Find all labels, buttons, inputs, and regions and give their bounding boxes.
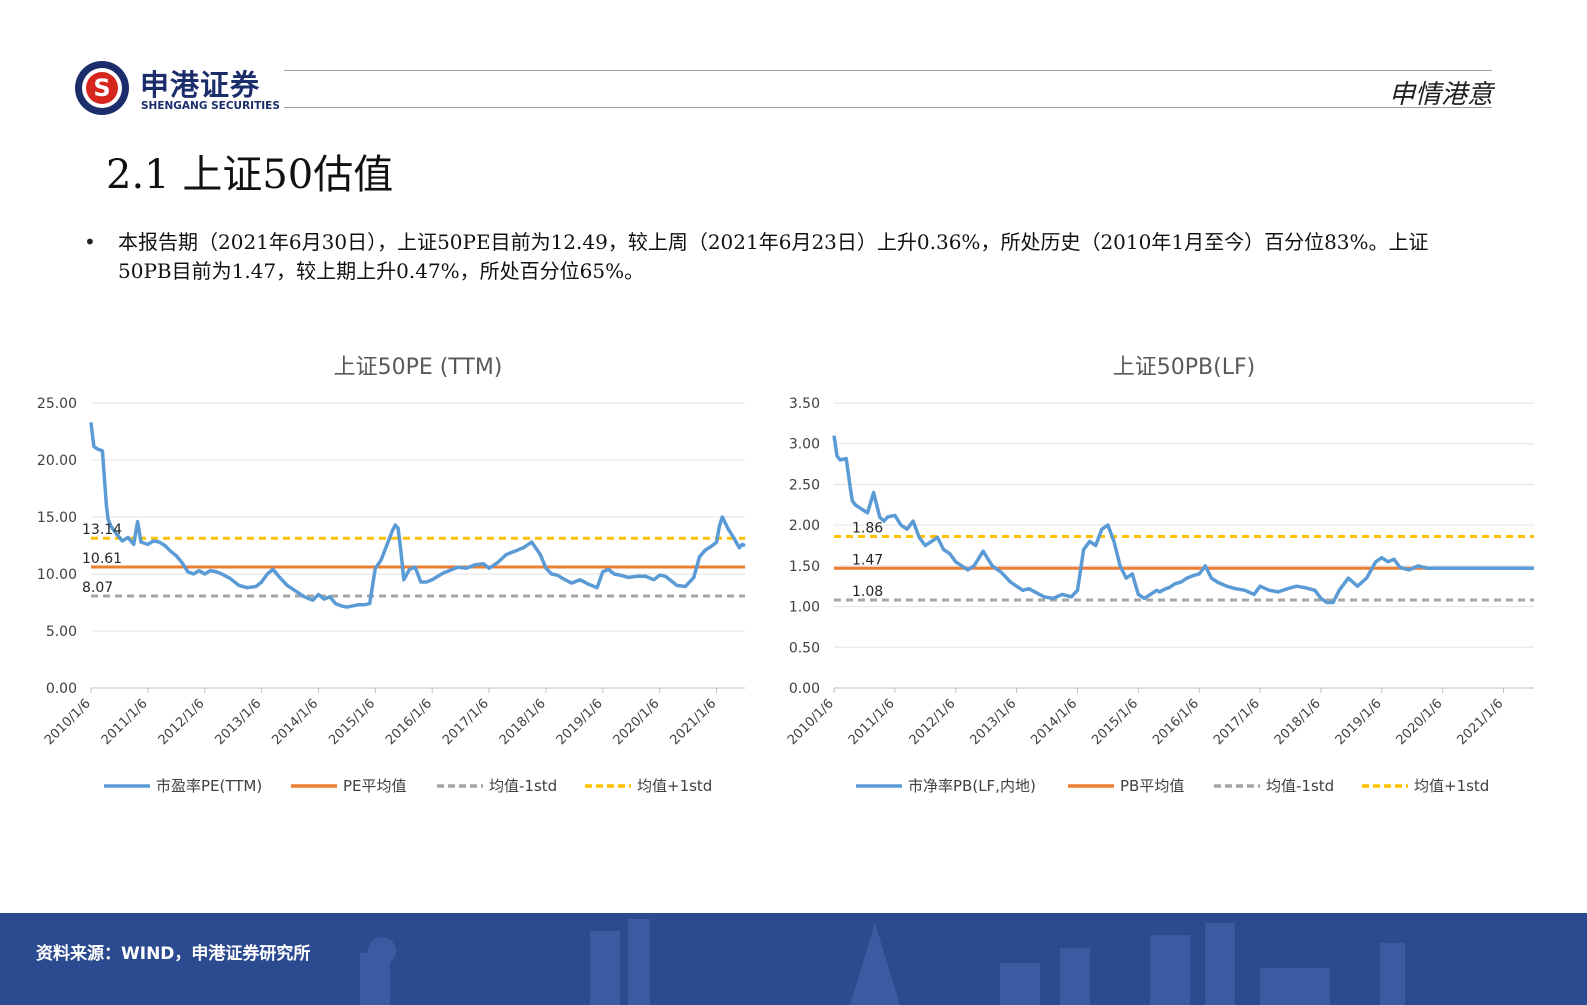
company-logo-icon: S bbox=[75, 61, 129, 115]
footer: 资料来源：WIND，申港证券研究所 bbox=[0, 913, 1587, 1005]
source-note: 资料来源：WIND，申港证券研究所 bbox=[36, 944, 311, 964]
pe-y-tick-label: 0.00 bbox=[46, 681, 77, 697]
pb-main-series-line bbox=[832, 435, 1534, 605]
header-divider-bottom bbox=[284, 107, 1492, 108]
pb-legend-label: 均值+1std bbox=[1414, 777, 1489, 795]
header-divider-top bbox=[284, 70, 1492, 71]
pb-y-tick-label: 0.50 bbox=[789, 640, 820, 656]
pb-x-tick-label: 2015/1/6 bbox=[1089, 696, 1141, 748]
pb-x-tick-label: 2016/1/6 bbox=[1150, 696, 1202, 748]
pb-x-tick-label: 2011/1/6 bbox=[846, 696, 898, 748]
pe-x-tick-label: 2017/1/6 bbox=[440, 696, 492, 748]
pe-x-tick-label: 2013/1/6 bbox=[213, 696, 265, 748]
pe-chart-svg: 上证50PE (TTM) 0.00 5.00 10.00 15.00 20.00 25.00… bbox=[37, 355, 746, 795]
pb-y-tick-label: 1.50 bbox=[789, 559, 820, 575]
pb-chart-title: 上证50PB(LF) bbox=[1113, 355, 1255, 380]
pb-chart-svg: 上证50PB(LF) 0.00 0.50 1.00 1.50 2.00 2.50 3.00 3.… bbox=[785, 355, 1534, 795]
pb-y-tick-label: 0.00 bbox=[789, 681, 820, 697]
header: S 申港证券 SHENGANG SECURITIES 申情港意 bbox=[0, 0, 1587, 125]
pb-y-tick-label: 2.50 bbox=[789, 477, 820, 493]
pe-data-label: 13.14 bbox=[82, 522, 122, 538]
pb-y-tick-label: 3.00 bbox=[789, 437, 820, 453]
pb-x-tick-label: 2013/1/6 bbox=[968, 696, 1020, 748]
pe-x-tick-label: 2020/1/6 bbox=[611, 696, 663, 748]
pb-x-tick-label: 2012/1/6 bbox=[907, 696, 959, 748]
pb-data-label: 1.86 bbox=[852, 521, 883, 537]
pb-y-tick-label: 3.50 bbox=[789, 396, 820, 412]
svg-text:S: S bbox=[93, 74, 110, 102]
pb-legend-label: 市净率PB(LF,内地) bbox=[908, 777, 1036, 795]
pe-legend-label: 均值-1std bbox=[489, 777, 557, 795]
company-name-cn: 申港证券 bbox=[140, 68, 261, 102]
pe-x-tick-label: 2012/1/6 bbox=[156, 696, 208, 748]
bullet-icon: • bbox=[84, 230, 96, 254]
pe-x-tick-label: 2018/1/6 bbox=[497, 696, 549, 748]
pe-data-label: 10.61 bbox=[82, 551, 122, 567]
pb-legend-label: 均值-1std bbox=[1266, 777, 1334, 795]
pe-x-tick-label: 2019/1/6 bbox=[554, 696, 606, 748]
bullet-text: 本报告期（2021年6月30日），上证50PE目前为12.49，较上周（2021… bbox=[118, 230, 1429, 283]
pe-chart: 上证50PE (TTM) 0.00 5.00 10.00 15.00 20.00 25.00… bbox=[20, 340, 780, 824]
pb-data-label: 1.08 bbox=[852, 584, 883, 600]
pe-legend-label: 均值+1std bbox=[637, 777, 712, 795]
pe-x-tick-label: 2021/1/6 bbox=[667, 696, 719, 748]
pb-legend-label: PB平均值 bbox=[1120, 777, 1184, 795]
pb-x-tick-label: 2019/1/6 bbox=[1333, 696, 1385, 748]
pb-x-tick-label: 2021/1/6 bbox=[1454, 696, 1506, 748]
pb-x-tick-label: 2020/1/6 bbox=[1394, 696, 1446, 748]
pe-y-tick-label: 20.00 bbox=[37, 453, 77, 469]
pe-legend-label: 市盈率PE(TTM) bbox=[156, 777, 262, 795]
pb-x-tick-label: 2018/1/6 bbox=[1272, 696, 1324, 748]
pe-chart-title: 上证50PE (TTM) bbox=[334, 355, 503, 380]
pb-chart: 上证50PB(LF) 0.00 0.50 1.00 1.50 2.00 2.50 3.00 3.… bbox=[780, 340, 1550, 824]
pe-x-tick-label: 2011/1/6 bbox=[99, 696, 151, 748]
pe-legend-label: PE平均值 bbox=[343, 777, 407, 795]
pe-x-tick-label: 2015/1/6 bbox=[326, 696, 378, 748]
pe-y-tick-label: 15.00 bbox=[37, 510, 77, 526]
pb-x-tick-label: 2010/1/6 bbox=[785, 696, 837, 748]
pb-x-tick-label: 2014/1/6 bbox=[1028, 696, 1080, 748]
pe-x-tick-label: 2010/1/6 bbox=[42, 696, 94, 748]
page-title: 2.1 上证50估值 bbox=[106, 152, 394, 198]
pb-data-label: 1.47 bbox=[852, 552, 883, 568]
pe-y-tick-label: 10.00 bbox=[37, 567, 77, 583]
pe-main-series-line bbox=[89, 422, 746, 609]
pb-y-tick-label: 1.00 bbox=[789, 600, 820, 616]
pb-x-tick-label: 2017/1/6 bbox=[1211, 696, 1263, 748]
pe-data-label: 8.07 bbox=[82, 580, 113, 596]
slogan: 申情港意 bbox=[1388, 80, 1493, 110]
company-name-en: SHENGANG SECURITIES bbox=[141, 100, 280, 112]
pb-y-tick-label: 2.00 bbox=[789, 518, 820, 534]
pe-y-tick-label: 25.00 bbox=[37, 396, 77, 412]
pe-x-tick-label: 2016/1/6 bbox=[383, 696, 435, 748]
pe-y-tick-label: 5.00 bbox=[46, 624, 77, 640]
pe-x-tick-label: 2014/1/6 bbox=[269, 696, 321, 748]
